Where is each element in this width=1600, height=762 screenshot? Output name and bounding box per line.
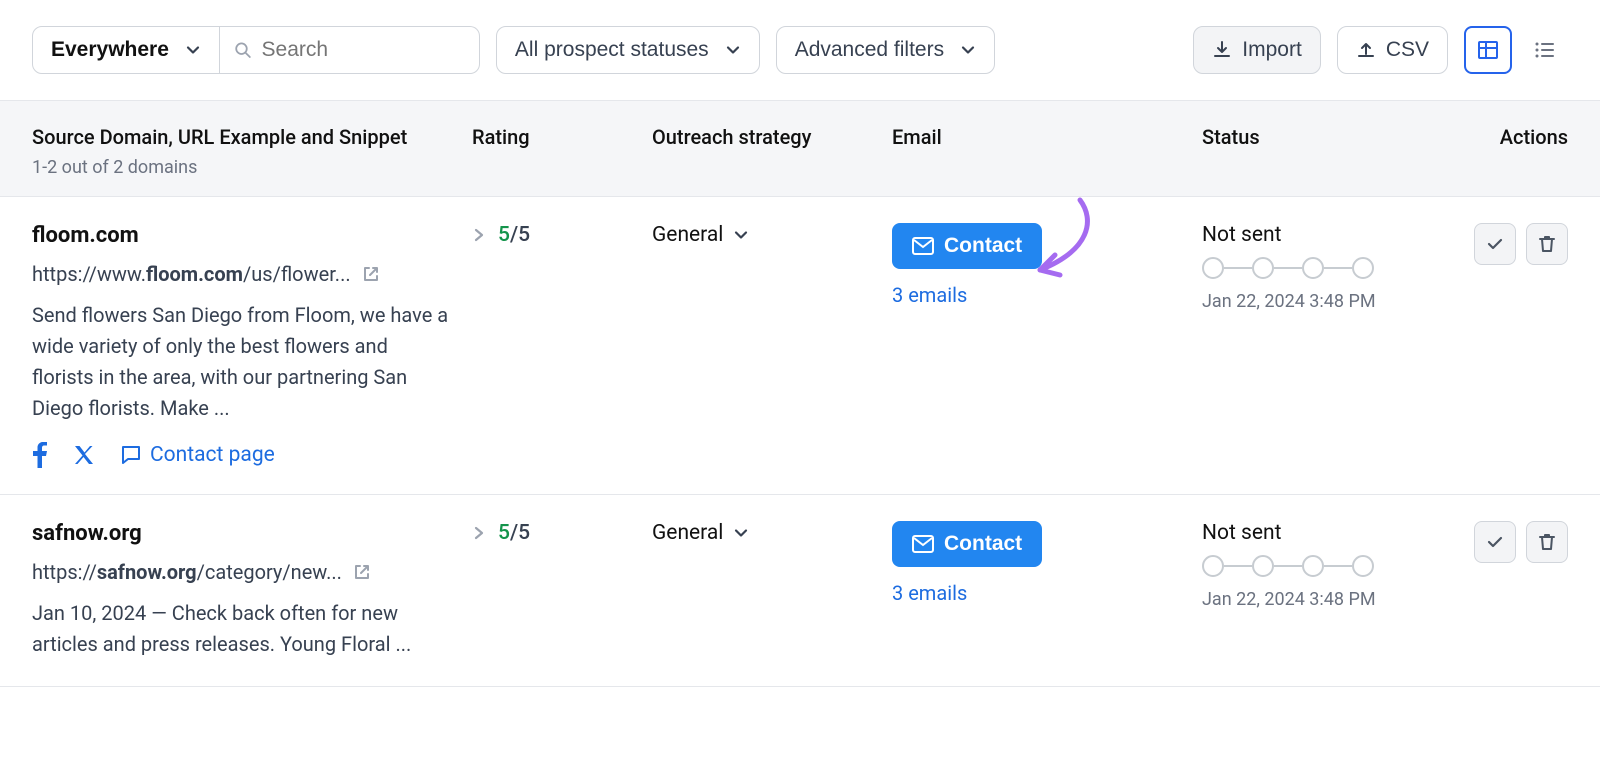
contact-page-link[interactable]: Contact page (120, 443, 275, 467)
col-strategy-label: Outreach strategy (652, 125, 892, 149)
emails-link[interactable]: 3 emails (892, 283, 1202, 307)
domain-name: safnow.org (32, 521, 472, 546)
expand-row-button[interactable] (472, 228, 486, 242)
emails-link[interactable]: 3 emails (892, 581, 1202, 605)
col-actions-label: Actions (1472, 125, 1568, 149)
strategy-dropdown[interactable]: General (652, 223, 749, 247)
status-date: Jan 22, 2024 3:48 PM (1202, 589, 1472, 610)
csv-label: CSV (1386, 38, 1429, 62)
status-date: Jan 22, 2024 3:48 PM (1202, 291, 1472, 312)
trash-icon (1537, 532, 1557, 552)
result-count: 1-2 out of 2 domains (32, 157, 472, 178)
rating-value: 5/5 (498, 223, 530, 247)
import-button[interactable]: Import (1193, 26, 1321, 74)
search-input[interactable] (262, 38, 465, 62)
social-links: Contact page (32, 442, 472, 468)
chevron-down-icon (733, 525, 749, 541)
contact-button[interactable]: Contact (892, 223, 1042, 269)
snippet-text: Send flowers San Diego from Floom, we ha… (32, 300, 452, 424)
message-icon (120, 444, 142, 466)
toolbar: Everywhere All prospect statuses Advance… (0, 0, 1600, 100)
x-twitter-icon[interactable] (72, 443, 96, 467)
scope-dropdown[interactable]: Everywhere (32, 26, 220, 74)
chevron-down-icon (960, 42, 976, 58)
status-filter-dropdown[interactable]: All prospect statuses (496, 26, 760, 74)
status-label: Not sent (1202, 223, 1472, 247)
chevron-down-icon (725, 42, 741, 58)
status-progress (1202, 555, 1472, 577)
chevron-down-icon (185, 42, 201, 58)
csv-button[interactable]: CSV (1337, 26, 1448, 74)
download-icon (1212, 40, 1232, 60)
status-label: Not sent (1202, 521, 1472, 545)
snippet-text: Jan 10, 2024 — Check back often for new … (32, 598, 452, 660)
scope-label: Everywhere (51, 38, 169, 62)
mail-icon (912, 237, 934, 255)
search-group: Everywhere (32, 26, 480, 74)
col-status-label: Status (1202, 125, 1472, 149)
status-filter-label: All prospect statuses (515, 38, 709, 62)
domain-name: floom.com (32, 223, 472, 248)
import-label: Import (1242, 38, 1302, 62)
table-row: floom.com https://www.floom.com/us/flowe… (0, 197, 1600, 495)
url-example[interactable]: https://safnow.org/category/new... (32, 560, 472, 584)
list-icon (1532, 38, 1556, 62)
strategy-dropdown[interactable]: General (652, 521, 749, 545)
trash-icon (1537, 234, 1557, 254)
delete-button[interactable] (1526, 521, 1568, 563)
check-icon (1485, 532, 1505, 552)
rating-value: 5/5 (498, 521, 530, 545)
col-email-label: Email (892, 125, 1202, 149)
contact-button[interactable]: Contact (892, 521, 1042, 567)
url-example[interactable]: https://www.floom.com/us/flower... (32, 262, 472, 286)
mail-icon (912, 535, 934, 553)
external-link-icon (361, 264, 381, 284)
col-rating-label: Rating (472, 125, 652, 149)
chevron-down-icon (733, 227, 749, 243)
table-row: safnow.org https://safnow.org/category/n… (0, 495, 1600, 687)
mark-done-button[interactable] (1474, 521, 1516, 563)
view-toggle (1464, 26, 1568, 74)
chevron-right-icon (472, 526, 486, 540)
status-progress (1202, 257, 1472, 279)
delete-button[interactable] (1526, 223, 1568, 265)
chevron-right-icon (472, 228, 486, 242)
check-icon (1485, 234, 1505, 254)
advanced-filters-dropdown[interactable]: Advanced filters (776, 26, 995, 74)
list-view-button[interactable] (1520, 26, 1568, 74)
search-icon (234, 40, 252, 60)
mark-done-button[interactable] (1474, 223, 1516, 265)
advanced-filters-label: Advanced filters (795, 38, 944, 62)
table-icon (1476, 38, 1500, 62)
upload-icon (1356, 40, 1376, 60)
facebook-icon[interactable] (32, 442, 48, 468)
external-link-icon (352, 562, 372, 582)
table-view-button[interactable] (1464, 26, 1512, 74)
expand-row-button[interactable] (472, 526, 486, 540)
table-header: Source Domain, URL Example and Snippet 1… (0, 100, 1600, 197)
search-input-wrap[interactable] (220, 26, 480, 74)
col-source-label: Source Domain, URL Example and Snippet (32, 125, 472, 149)
